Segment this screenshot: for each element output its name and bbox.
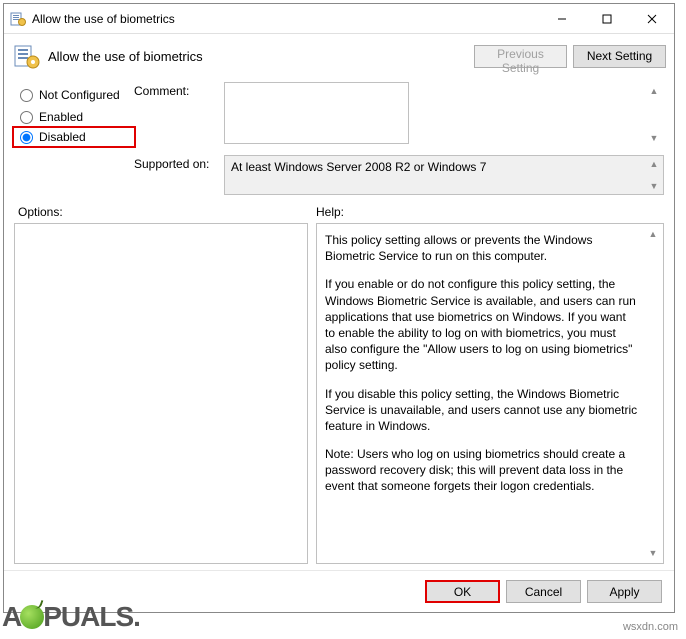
radio-enabled-label: Enabled bbox=[39, 110, 83, 124]
help-panel: This policy setting allows or prevents t… bbox=[316, 223, 664, 564]
previous-setting-button[interactable]: Previous Setting bbox=[474, 45, 567, 68]
policy-header-icon bbox=[12, 42, 40, 70]
supported-on-value: At least Windows Server 2008 R2 or Windo… bbox=[231, 160, 486, 174]
state-radio-group: Not Configured Enabled Disabled bbox=[14, 82, 134, 195]
help-paragraph: If you enable or do not configure this p… bbox=[325, 276, 639, 373]
titlebar-title: Allow the use of biometrics bbox=[32, 12, 539, 26]
scroll-down-icon[interactable]: ▼ bbox=[645, 545, 661, 561]
close-button[interactable] bbox=[629, 4, 674, 33]
scroll-up-icon[interactable]: ▲ bbox=[646, 156, 662, 172]
radio-disabled-input[interactable] bbox=[20, 131, 33, 144]
watermark-appuals: A PUALS. bbox=[2, 601, 140, 633]
panels: This policy setting allows or prevents t… bbox=[4, 223, 674, 570]
radio-enabled-input[interactable] bbox=[20, 111, 33, 124]
radio-not-configured-label: Not Configured bbox=[39, 88, 120, 102]
help-paragraph: If you disable this policy setting, the … bbox=[325, 386, 639, 435]
minimize-button[interactable] bbox=[539, 4, 584, 33]
comment-row: Comment: ▲ ▼ bbox=[134, 82, 664, 147]
window-buttons bbox=[539, 4, 674, 33]
radio-enabled[interactable]: Enabled bbox=[14, 106, 134, 128]
scroll-down-icon[interactable]: ▼ bbox=[646, 178, 662, 194]
policy-dialog: Allow the use of biometrics Allow the us… bbox=[3, 3, 675, 613]
policy-icon bbox=[10, 11, 26, 27]
watermark-source: wsxdn.com bbox=[623, 621, 678, 633]
header-title: Allow the use of biometrics bbox=[48, 49, 468, 64]
comment-textarea[interactable] bbox=[224, 82, 409, 144]
radio-disabled-label: Disabled bbox=[39, 130, 86, 144]
options-panel bbox=[14, 223, 308, 564]
radio-not-configured-input[interactable] bbox=[20, 89, 33, 102]
comment-label: Comment: bbox=[134, 82, 224, 147]
scroll-down-icon[interactable]: ▼ bbox=[646, 130, 662, 146]
ok-button[interactable]: OK bbox=[425, 580, 500, 603]
radio-disabled[interactable]: Disabled bbox=[12, 126, 136, 148]
options-label: Options: bbox=[18, 205, 316, 219]
section-labels: Options: Help: bbox=[4, 203, 674, 223]
help-paragraph: This policy setting allows or prevents t… bbox=[325, 232, 639, 264]
maximize-button[interactable] bbox=[584, 4, 629, 33]
cancel-button[interactable]: Cancel bbox=[506, 580, 581, 603]
scroll-up-icon[interactable]: ▲ bbox=[645, 226, 661, 242]
top-area: Not Configured Enabled Disabled Comment:… bbox=[4, 78, 674, 203]
radio-not-configured[interactable]: Not Configured bbox=[14, 84, 134, 106]
apple-icon bbox=[20, 605, 44, 629]
supported-on-box: At least Windows Server 2008 R2 or Windo… bbox=[224, 155, 664, 195]
help-label: Help: bbox=[316, 205, 344, 219]
help-paragraph: Note: Users who log on using biometrics … bbox=[325, 446, 639, 495]
supported-row: Supported on: At least Windows Server 20… bbox=[134, 155, 664, 195]
header: Allow the use of biometrics Previous Set… bbox=[4, 34, 674, 78]
scroll-up-icon[interactable]: ▲ bbox=[646, 83, 662, 99]
titlebar: Allow the use of biometrics bbox=[4, 4, 674, 34]
fields: Comment: ▲ ▼ Supported on: At least Wind… bbox=[134, 82, 664, 195]
supported-label: Supported on: bbox=[134, 155, 224, 195]
apply-button[interactable]: Apply bbox=[587, 580, 662, 603]
next-setting-button[interactable]: Next Setting bbox=[573, 45, 666, 68]
